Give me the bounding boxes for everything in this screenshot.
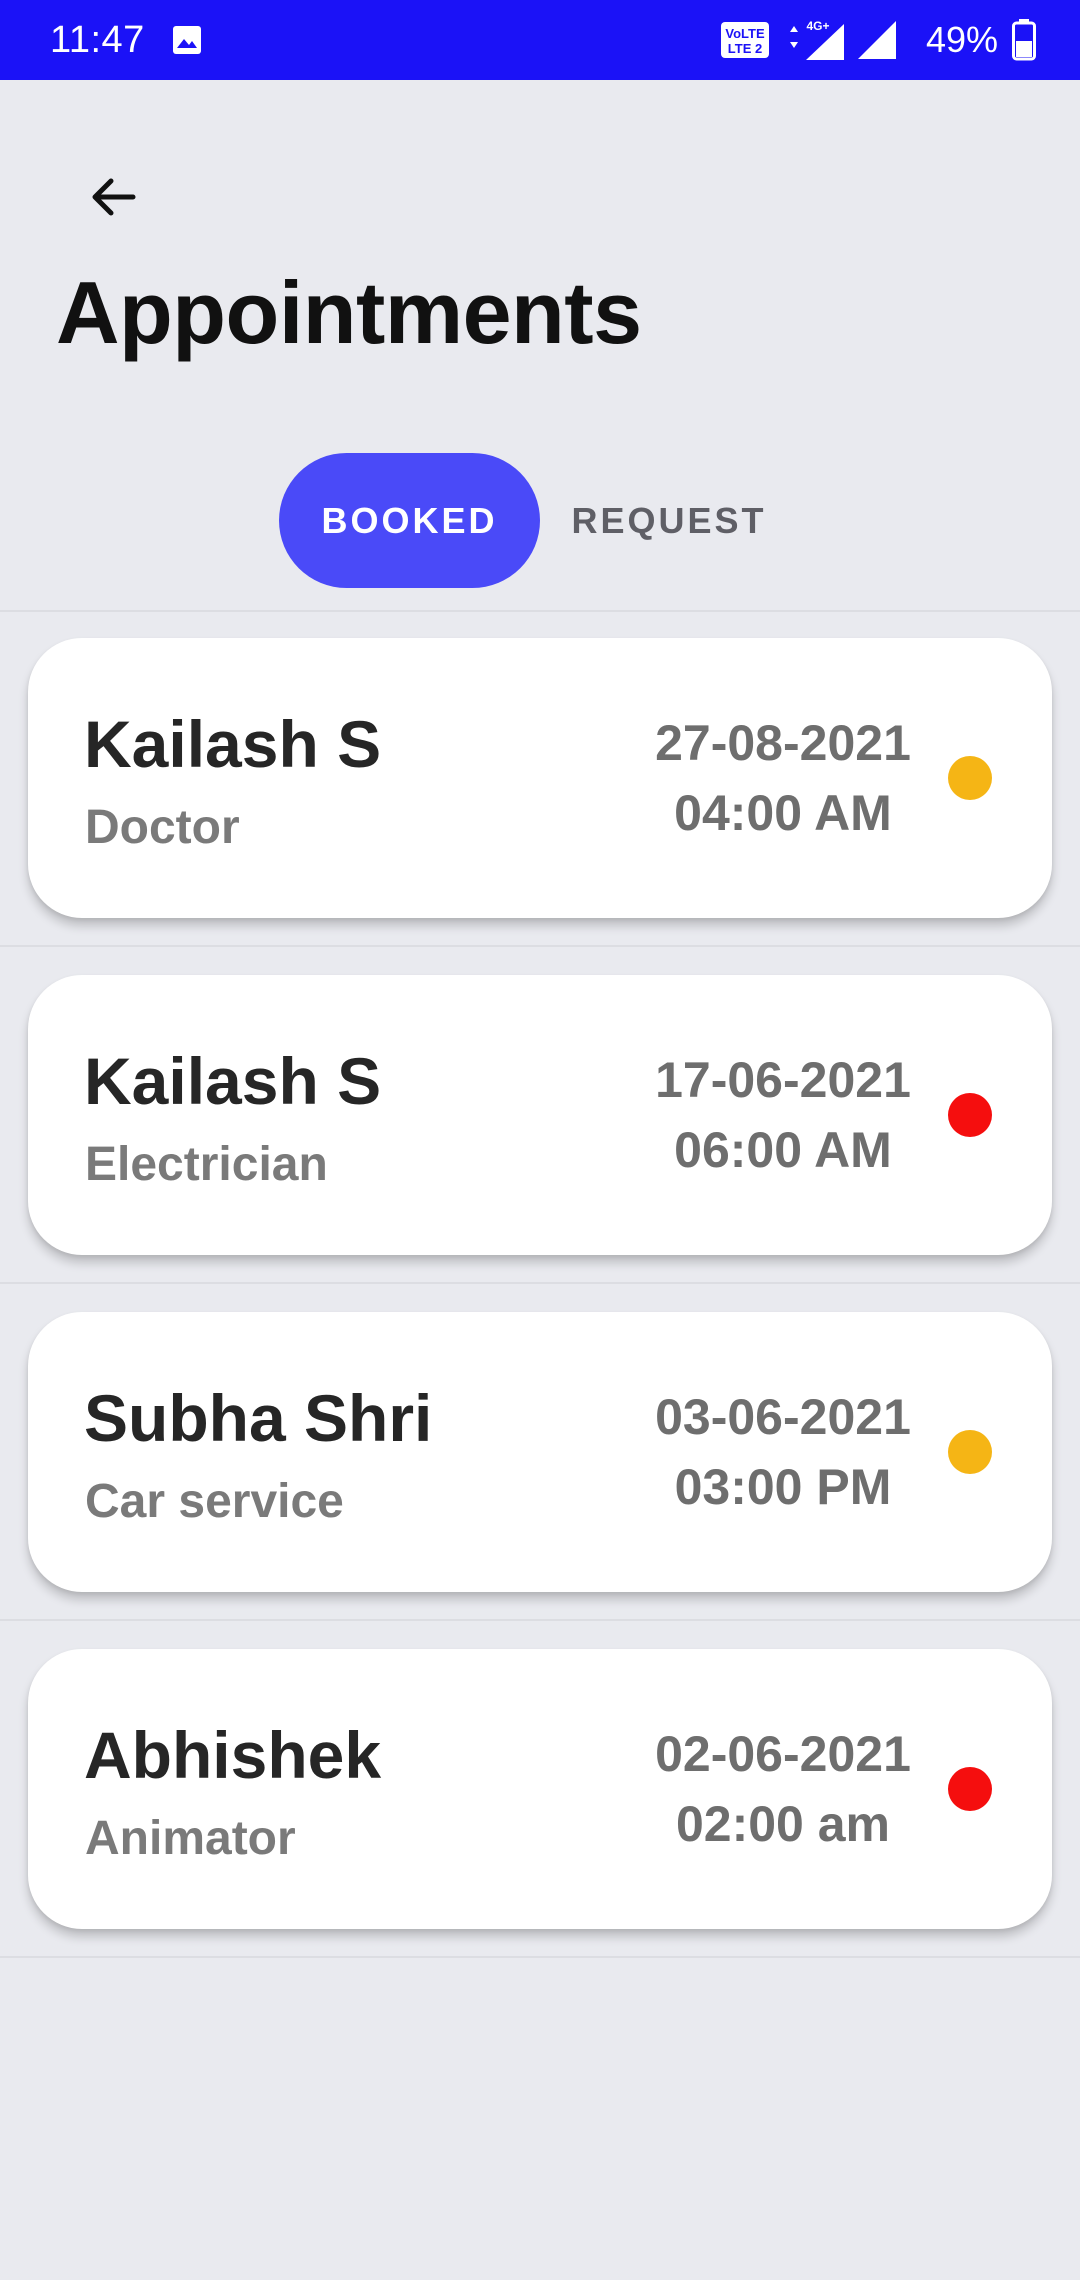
status-left: 11:47 [50, 19, 203, 62]
appointment-time: 03:00 PM [674, 1459, 892, 1515]
battery-percentage: 49% [925, 19, 998, 60]
gallery-icon [171, 24, 203, 56]
status-dot [948, 1430, 992, 1474]
appointment-time: 04:00 AM [674, 785, 892, 841]
status-right: VoLTE LTE 2 4G+ 49% [720, 18, 1036, 62]
appointment-name: Kailash S [84, 1044, 382, 1118]
page-title: Appointments [56, 263, 642, 362]
svg-text:4G+: 4G+ [806, 19, 829, 33]
status-time: 11:47 [50, 18, 145, 61]
appointment-name: Kailash S [84, 707, 382, 781]
list-divider [0, 1619, 1080, 1621]
signal-icon [856, 19, 898, 61]
network-4g-icon: 4G+ [786, 18, 846, 62]
appointment-card[interactable]: Kailash S Doctor 27-08-2021 04:00 AM [28, 638, 1052, 918]
appointment-date: 03-06-2021 [655, 1389, 911, 1445]
tab-bar: BOOKED REQUEST [279, 453, 790, 588]
appointment-date: 02-06-2021 [655, 1726, 911, 1782]
status-bar: 11:47 VoLTE LTE 2 4G+ 49% [0, 0, 1080, 80]
status-dot [948, 1093, 992, 1137]
appointment-date: 17-06-2021 [655, 1052, 911, 1108]
appointment-time: 06:00 AM [674, 1122, 892, 1178]
appointment-card[interactable]: Subha Shri Car service 03-06-2021 03:00 … [28, 1312, 1052, 1592]
appointment-name: Subha Shri [84, 1381, 433, 1455]
appointment-name: Abhishek [84, 1718, 382, 1792]
svg-text:LTE 2: LTE 2 [728, 41, 762, 56]
list-divider [0, 610, 1080, 612]
tab-booked[interactable]: BOOKED [279, 453, 540, 588]
appointment-role: Electrician [85, 1138, 328, 1191]
status-dot [948, 756, 992, 800]
appointment-date: 27-08-2021 [655, 715, 911, 771]
appointment-card[interactable]: Abhishek Animator 02-06-2021 02:00 am [28, 1649, 1052, 1929]
appointment-role: Car service [85, 1475, 344, 1528]
back-button[interactable] [76, 160, 150, 234]
volte-icon: VoLTE LTE 2 [720, 20, 770, 60]
appointment-time: 02:00 am [675, 1796, 891, 1852]
battery-icon [1012, 19, 1036, 61]
tab-request[interactable]: REQUEST [540, 453, 790, 588]
appointment-role: Animator [85, 1812, 296, 1865]
appointment-card[interactable]: Kailash S Electrician 17-06-2021 06:00 A… [28, 975, 1052, 1255]
list-divider [0, 1956, 1080, 1958]
appointment-role: Doctor [85, 801, 240, 854]
list-divider [0, 945, 1080, 947]
status-dot [948, 1767, 992, 1811]
appointment-list: Kailash S Doctor 27-08-2021 04:00 AM Kai… [0, 610, 1080, 1960]
svg-text:VoLTE: VoLTE [725, 26, 765, 41]
list-divider [0, 1282, 1080, 1284]
arrow-left-icon [92, 178, 136, 216]
